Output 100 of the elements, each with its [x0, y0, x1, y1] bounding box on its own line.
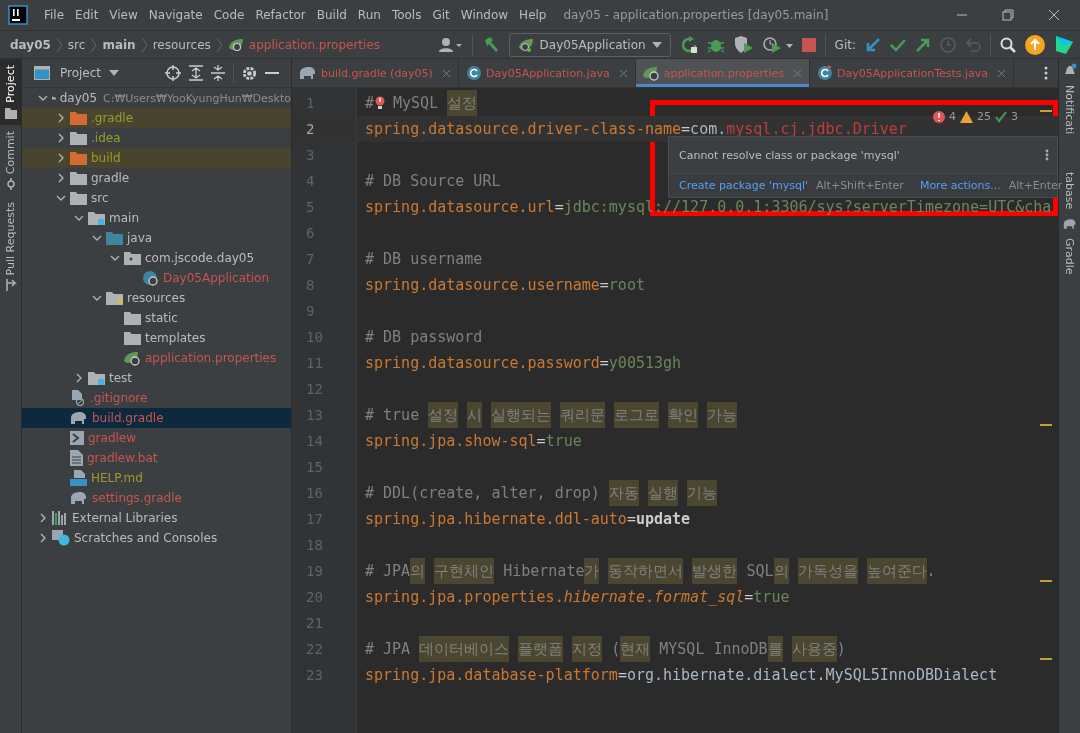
menu-item[interactable]: Help: [519, 8, 547, 22]
tree-item[interactable]: Scratches and Consoles: [22, 528, 291, 548]
tree-label: gradlew: [88, 431, 137, 445]
restore-icon[interactable]: [1002, 9, 1014, 21]
folder-icon: [70, 191, 87, 205]
more-icon[interactable]: [1045, 149, 1049, 161]
code-line: spring.jpa.hibernate.ddl-auto=update: [365, 509, 691, 530]
expand-all-icon[interactable]: [189, 65, 203, 81]
tree-item[interactable]: com.jscode.day05: [22, 248, 291, 268]
tree-item[interactable]: templates: [22, 328, 291, 348]
run-config-dropdown[interactable]: Day05Application: [508, 32, 671, 57]
leaf-gear-icon: [124, 350, 141, 366]
window-title: day05 - application.properties [day05.main]: [563, 8, 829, 22]
tool-window-tab[interactable]: Commit: [0, 124, 21, 196]
tree-item[interactable]: gradle: [22, 168, 291, 188]
menu-item[interactable]: Run: [357, 8, 381, 22]
code-line: spring.datasource.password=y00513gh: [365, 353, 682, 374]
upload-icon[interactable]: [1025, 34, 1045, 55]
crosshair-icon[interactable]: [165, 65, 181, 81]
warning-icon[interactable]: [960, 110, 973, 123]
tree-item[interactable]: HELP.md: [22, 468, 291, 488]
toolbox-icon[interactable]: [1054, 34, 1074, 55]
tree-item[interactable]: build: [22, 148, 291, 168]
collapse-all-icon[interactable]: [211, 65, 225, 81]
panel-title-dropdown[interactable]: Project: [60, 66, 102, 80]
folder-icon: [124, 311, 141, 325]
tool-window-tab[interactable]: Pull Requests: [0, 195, 21, 298]
user-icon[interactable]: [438, 36, 463, 53]
tool-window-tab[interactable]: Notificati: [1063, 85, 1076, 135]
tree-item[interactable]: src: [22, 188, 291, 208]
tree-item[interactable]: External Libraries: [22, 508, 291, 528]
terminal-icon: [70, 431, 84, 445]
class-icon: [816, 65, 833, 81]
tree-item[interactable]: resources: [22, 288, 291, 308]
tool-window-tab[interactable]: Project: [0, 59, 21, 125]
tool-window-tab[interactable]: tabase: [1063, 172, 1076, 210]
search-icon[interactable]: [1000, 36, 1016, 53]
menu-item[interactable]: Window: [460, 8, 509, 22]
tool-window-tab[interactable]: Gradle: [1063, 237, 1076, 275]
breadcrumb[interactable]: day05: [10, 37, 51, 52]
rerun-icon[interactable]: [679, 35, 698, 54]
tree-label: .gitignore: [90, 391, 148, 405]
menu-item[interactable]: File: [44, 8, 65, 22]
scratches-icon: [52, 530, 70, 546]
tree-item[interactable]: .idea: [22, 128, 291, 148]
close-icon[interactable]: [997, 68, 1007, 78]
more-actions-link[interactable]: More actions...: [919, 179, 1001, 192]
tree-label: build.gradle: [92, 411, 164, 425]
close-icon[interactable]: [618, 68, 628, 78]
tree-item[interactable]: .gradle: [22, 108, 291, 128]
chevron-icon: [140, 36, 148, 53]
breadcrumb[interactable]: src: [67, 37, 86, 52]
menu-item[interactable]: Build: [316, 8, 347, 22]
close-icon[interactable]: [441, 68, 451, 78]
tree-item[interactable]: build.gradle: [22, 408, 291, 428]
stop-icon[interactable]: [801, 37, 816, 52]
tree-label: Scratches and Consoles: [74, 531, 218, 545]
tree-label: build: [91, 151, 121, 165]
quick-fix-link[interactable]: Create package 'mysql': [679, 179, 809, 192]
menu-item[interactable]: Refactor: [255, 8, 306, 22]
more-icon[interactable]: [1044, 66, 1048, 80]
tree-item[interactable]: main: [22, 208, 291, 228]
breadcrumb[interactable]: main: [102, 37, 136, 52]
menu-item[interactable]: Navigate: [148, 8, 203, 22]
chevron-icon: [215, 36, 223, 53]
bulb-icon[interactable]: [375, 96, 386, 110]
breadcrumb[interactable]: resources: [152, 37, 211, 52]
tree-item[interactable]: java: [22, 228, 291, 248]
folder-icon: [88, 211, 105, 225]
menu-item[interactable]: View: [109, 8, 138, 22]
error-icon[interactable]: [933, 110, 945, 123]
profiler-icon[interactable]: [762, 35, 793, 54]
menu-item[interactable]: Tools: [391, 8, 422, 22]
tree-item[interactable]: static: [22, 308, 291, 328]
leaf-gear-icon: [642, 65, 660, 81]
tree-item[interactable]: test: [22, 368, 291, 388]
arrow-icon[interactable]: [915, 36, 931, 53]
menu-item[interactable]: Git: [432, 8, 450, 22]
folder-icon: [70, 171, 87, 185]
tree-label: HELP.md: [91, 471, 143, 485]
code-line: spring.jpa.database-platform=org.hibernate.dialect.MySQL5InnoDBDialect: [365, 665, 998, 686]
tree-label: resources: [127, 291, 186, 305]
tree-item[interactable]: day05 C:₩Users₩YooKyungHun₩Deskto: [22, 88, 291, 108]
tree-label: test: [109, 371, 133, 385]
check-icon[interactable]: [995, 110, 1007, 123]
elephant-icon: [70, 411, 88, 425]
caret-icon[interactable]: [109, 70, 120, 76]
libraries-icon: [52, 511, 68, 525]
menu-item[interactable]: Code: [213, 8, 245, 22]
menu-item[interactable]: Edit: [75, 8, 99, 22]
arrow-icon[interactable]: [865, 36, 881, 53]
settings-icon[interactable]: [242, 65, 257, 81]
leaf-gear-icon: [517, 37, 534, 52]
bell-icon[interactable]: [1062, 63, 1077, 77]
folder-icon: [88, 371, 105, 385]
tree-label: settings.gradle: [92, 491, 182, 505]
minimize-icon[interactable]: [265, 71, 279, 75]
app-logo-icon: [8, 5, 28, 25]
coverage-icon[interactable]: [733, 35, 754, 54]
close-icon[interactable]: [1048, 9, 1060, 21]
